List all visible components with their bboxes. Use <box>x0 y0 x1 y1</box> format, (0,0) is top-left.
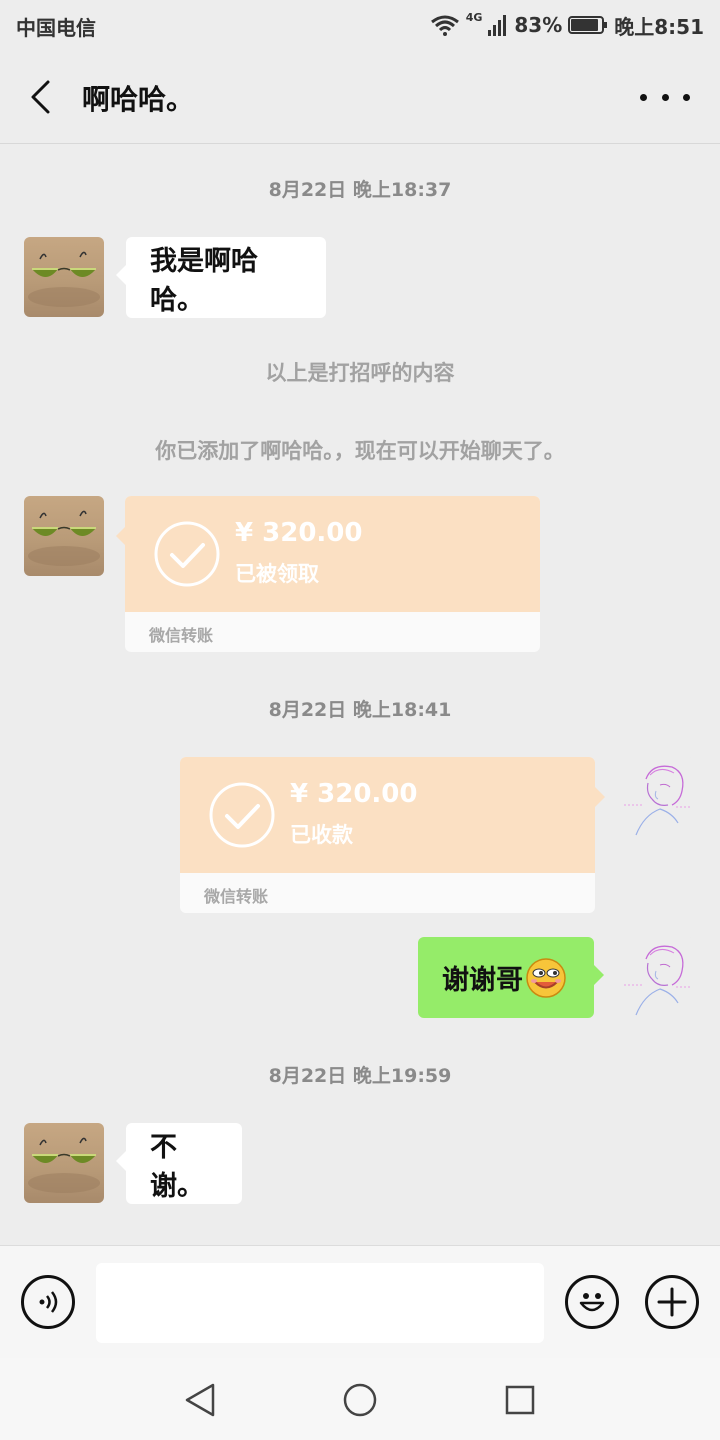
my-avatar[interactable] <box>616 757 696 837</box>
sketch-portrait-image <box>624 765 690 836</box>
contact-avatar[interactable] <box>24 496 104 576</box>
message-text: 谢谢哥 <box>442 965 523 996</box>
clock: 晚上8:51 <box>614 14 704 39</box>
chat-header: 啊哈哈。 <box>0 50 720 144</box>
transfer-card-body: ¥ 320.00 已收款 <box>180 757 595 873</box>
greeting-note: 以上是打招呼的内容 <box>265 361 455 385</box>
status-indicators: 4G 83% 晚上8:51 <box>430 10 704 40</box>
network-type: 4G <box>465 10 483 24</box>
check-circle-icon <box>154 521 220 587</box>
lime-sunglasses-image <box>28 510 100 566</box>
friend-added-notice: 你已添加了啊哈哈。，现在可以开始聊天了。 <box>155 439 565 463</box>
timestamp: 8月22日 晚上18:37 <box>268 179 452 201</box>
message-input[interactable] <box>96 1263 544 1343</box>
more-dot-icon <box>640 93 647 101</box>
more-functions-button[interactable] <box>645 1275 699 1329</box>
system-nav-bar <box>0 1358 720 1440</box>
timestamp: 8月22日 晚上18:41 <box>268 699 452 721</box>
transfer-label: 微信转账 <box>204 887 269 906</box>
emoji-button[interactable] <box>565 1275 619 1329</box>
triangle-back-icon <box>185 1383 215 1417</box>
contact-avatar[interactable] <box>24 1123 104 1203</box>
message-bubble[interactable]: 谢谢哥 <box>418 937 604 1018</box>
voice-button[interactable] <box>21 1275 75 1329</box>
nav-home-button[interactable] <box>340 1380 380 1420</box>
transfer-amount: ¥ 320.00 <box>235 518 363 548</box>
battery-percent: 83% <box>514 13 563 37</box>
carrier-name: 中国电信 <box>16 16 96 40</box>
contact-avatar[interactable] <box>24 237 104 317</box>
more-dot-icon <box>683 93 690 101</box>
circle-home-icon <box>343 1383 377 1417</box>
more-options-button[interactable] <box>640 80 690 114</box>
message-text: 我是啊哈哈。 <box>150 245 258 316</box>
wifi-icon <box>430 15 459 36</box>
my-avatar[interactable] <box>616 937 696 1017</box>
back-button[interactable] <box>20 74 60 120</box>
message-bubble[interactable]: 不谢。 <box>116 1123 242 1204</box>
more-dot-icon <box>661 93 669 101</box>
lime-sunglasses-image <box>28 251 100 307</box>
bubble-tail <box>595 787 605 807</box>
battery-icon <box>568 16 608 34</box>
input-toolbar <box>0 1245 720 1358</box>
grin-emoji-icon <box>526 957 566 998</box>
plus-icon <box>657 1287 687 1317</box>
transfer-label: 微信转账 <box>149 626 214 645</box>
transfer-amount: ¥ 320.00 <box>290 779 418 809</box>
chat-title: 啊哈哈。 <box>82 83 195 116</box>
chat-messages[interactable]: 8月22日 晚上18:37 我是啊哈哈。 以上是打招呼的内容 你已添加了啊哈哈。… <box>0 145 720 1245</box>
transfer-status: 已被领取 <box>235 562 319 586</box>
voice-icon <box>39 1291 58 1313</box>
signal-icon <box>488 15 507 36</box>
transfer-card-received[interactable]: ¥ 320.00 已被领取 微信转账 <box>125 496 540 652</box>
nav-back-button[interactable] <box>180 1380 220 1420</box>
sketch-portrait-image <box>624 945 690 1016</box>
status-bar: 中国电信 4G 83% 晚上8:51 <box>0 0 720 50</box>
message-bubble[interactable]: 我是啊哈哈。 <box>116 237 326 318</box>
chevron-left-icon <box>31 80 50 114</box>
emoji-icon <box>579 1293 605 1312</box>
transfer-card-sent[interactable]: ¥ 320.00 已收款 微信转账 <box>180 757 595 913</box>
nav-recents-button[interactable] <box>500 1380 540 1420</box>
square-recents-icon <box>505 1385 535 1415</box>
timestamp: 8月22日 晚上19:59 <box>268 1065 452 1087</box>
transfer-status: 已收款 <box>290 823 353 847</box>
lime-sunglasses-image <box>28 1137 100 1193</box>
transfer-card-body: ¥ 320.00 已被领取 <box>125 496 540 612</box>
message-text: 不谢。 <box>150 1131 204 1202</box>
check-circle-icon <box>209 782 275 848</box>
